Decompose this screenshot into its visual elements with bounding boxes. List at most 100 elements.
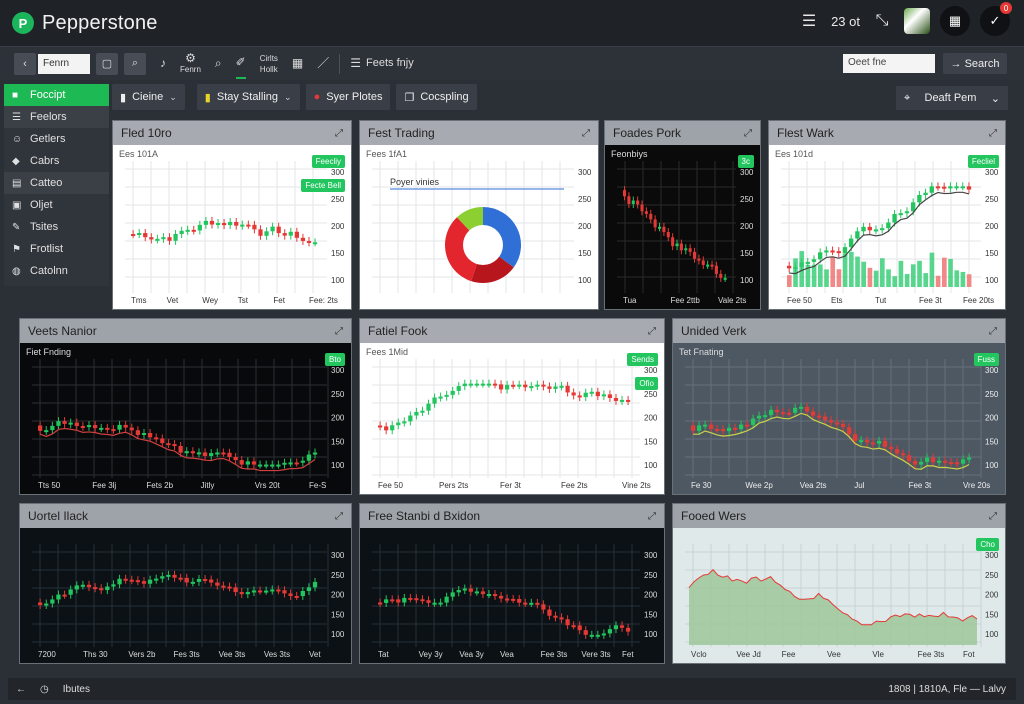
chart-panel[interactable]: Foades Pork ⤢ 300 250 200 150 100 Tua Fee 2ttb Va… (604, 120, 761, 310)
chart-panel[interactable]: Unided Verk ⤢ 300 250 200 150 100 Fe 30 Wee 2p Ve… (672, 318, 1006, 495)
search-button[interactable]: → Search (943, 53, 1007, 74)
chart-body[interactable]: 300 250 200 150 100 Tua Fee 2ttb Vale 2ts Feonbi… (605, 145, 760, 309)
candle-body (288, 462, 293, 465)
panel-header[interactable]: Veets Nanior ⤢ (20, 319, 351, 343)
price-tag[interactable]: 3c (737, 155, 754, 168)
chart-body[interactable]: 300 250 200 150 100 Fees 1fA1 Poyer vinies (360, 145, 598, 309)
chart-body[interactable]: 300 250 200 150 100 Fee 50 Ets Tut Fee 3t Fee 20t… (769, 145, 1005, 309)
expand-icon[interactable]: ⤢ (744, 128, 752, 139)
price-tag[interactable]: Fecte Bell (301, 179, 345, 192)
candle-body (228, 221, 233, 226)
expand-icon[interactable]: ⤢ (989, 326, 997, 337)
expand-icon[interactable]: ⤢ (335, 511, 343, 522)
chart-body[interactable]: 300 250 200 150 100 Fee 50 Pers 2ts Fer 3t Fee 2… (360, 343, 664, 494)
y-tick-label: 200 (985, 591, 999, 600)
panel-header[interactable]: Flest Wark ⤢ (769, 121, 1005, 145)
panel-header[interactable]: Free Stanbi d Bxidon ⤢ (360, 504, 664, 528)
expand-icon[interactable]: ⤢ (335, 326, 343, 337)
draft-dropdown[interactable]: ⌖ Deaft Pem ⌄ (896, 86, 1008, 110)
candle-body (723, 277, 727, 280)
volume-bar (861, 261, 867, 287)
x-tick-label: Fee 2ttb (671, 296, 701, 305)
chart-body[interactable]: 300 250 200 150 100 7200 Ths 30 Vers 2b Fes 3ts V… (20, 528, 351, 663)
chart-panel[interactable]: Fled 10ro ⤢ 300 250 200 150 100 Tms Vet Wey Tst Fet… (112, 120, 352, 310)
back-button[interactable]: ‹ (14, 52, 36, 75)
chart-panel[interactable]: Free Stanbi d Bxidon ⤢ 300 250 200 150 100 Tat V… (359, 503, 665, 664)
expand-icon[interactable]: ⤢ (648, 326, 656, 337)
sidebar-item[interactable]: ⚑ Frotlist (4, 238, 109, 260)
sidebar-item[interactable]: ✎ Tsites (4, 216, 109, 238)
x-tick-label: Vea 3y (459, 650, 483, 659)
status-left: Ibutes (62, 683, 90, 695)
sidebar-item[interactable]: ■ Foccipt (4, 84, 109, 106)
chart-body[interactable]: 300 250 200 150 100 Tts 50 Fee 3lj Fets 2b Jitly… (20, 343, 351, 494)
price-tag[interactable]: Fuss (973, 353, 999, 366)
check-button[interactable]: ✓ 0 (980, 2, 1012, 36)
filter-button[interactable]: ▮ Stay Stalling ⌄ (196, 84, 300, 110)
chart-panel[interactable]: Uortel Ilack ⤢ 300 250 200 150 100 7200 Ths 30 Ve… (19, 503, 352, 664)
music-tool[interactable]: ♪ (160, 57, 166, 69)
sidebar-item[interactable]: ☰ Feelors (4, 106, 109, 128)
price-tag[interactable]: Cho (976, 538, 999, 551)
panel-header[interactable]: Unided Verk ⤢ (673, 319, 1005, 343)
layout-tool[interactable]: ▦ (292, 57, 303, 69)
sidebar-item[interactable]: ▤ Catteo (4, 172, 109, 194)
draw-tool[interactable]: ✐ (235, 49, 246, 79)
candle-body (129, 579, 134, 582)
expand-icon[interactable]: ⤢ (989, 128, 997, 139)
expand-icon[interactable]: ⤢ (582, 128, 590, 139)
filter-button[interactable]: ❐ Cocspling (396, 84, 477, 110)
chart-panel[interactable]: Flest Wark ⤢ 300 250 200 150 100 Fee 50 Ets Tut Fe… (768, 120, 1006, 310)
filter-button[interactable]: ● Syer Plotes (305, 84, 391, 110)
panel-header[interactable]: Fooed Wers ⤢ (673, 504, 1005, 528)
share-icon[interactable]: ⤡ (870, 12, 894, 30)
search-tool-button[interactable]: ⌕ (124, 52, 146, 75)
brand[interactable]: P Pepperstone (12, 12, 158, 35)
panel-header[interactable]: Uortel Ilack ⤢ (20, 504, 351, 528)
chart-body[interactable]: 300 250 200 150 100 Tms Vet Wey Tst Fet Fee: 2ts Ee… (113, 145, 351, 309)
price-tag[interactable]: Sends (627, 353, 658, 366)
x-tick-label: Fee 3ts (541, 650, 568, 659)
chart-panel[interactable]: Veets Nanior ⤢ 300 250 200 150 100 Tts 50 Fee 3l… (19, 318, 352, 495)
price-tag[interactable]: Feecliy (311, 155, 345, 168)
panel-header[interactable]: Fatiel Fook ⤢ (360, 319, 664, 343)
symbol-input[interactable]: Fenrn (38, 53, 90, 74)
chart-body[interactable]: 300 250 200 150 100 Vclo Vee Jd Fee Vee Vle Fee 3t… (673, 528, 1005, 663)
sidebar-item[interactable]: ☺ Getlers (4, 128, 109, 150)
tab-feets[interactable]: ☰ Feets fnjy (350, 57, 413, 69)
tools-button[interactable]: ⚙ Fenrn (180, 52, 201, 75)
price-tag[interactable]: Fecliel (967, 155, 999, 168)
sidebar-item[interactable]: ◍ Catolnn (4, 260, 109, 282)
chart-panel[interactable]: Fooed Wers ⤢ 300 250 200 150 100 Vclo Vee Jd Fee V… (672, 503, 1006, 664)
chart-panel[interactable]: Fest Trading ⤢ 300 250 200 150 100 Fees 1fA1 Poy… (359, 120, 599, 310)
price-tag[interactable]: Ofio (635, 377, 658, 390)
indicators-button[interactable]: Cirlts Hollk (260, 53, 278, 75)
panel-header[interactable]: Fest Trading ⤢ (360, 121, 598, 145)
panel-header[interactable]: Foades Pork ⤢ (605, 121, 760, 145)
back-arrow-icon[interactable]: ← (16, 684, 26, 695)
sidebar-item[interactable]: ◆ Cabrs (4, 150, 109, 172)
expand-icon[interactable]: ⤢ (989, 511, 997, 522)
expand-icon[interactable]: ⤢ (648, 511, 656, 522)
grid-button[interactable]: ▦ (940, 6, 970, 36)
zoom-tool[interactable]: ⌕ (215, 57, 222, 69)
candle-body (68, 422, 73, 425)
chart-panel[interactable]: Fatiel Fook ⤢ 300 250 200 150 100 Fee 50 Pers 2t… (359, 318, 665, 495)
info-button[interactable]: ▢ (96, 52, 118, 75)
expand-icon[interactable]: ⤢ (335, 128, 343, 139)
menu-icon[interactable]: ☰ (797, 11, 821, 31)
sidebar: ■ Foccipt ☰ Feelors ☺ Getlers ◆ Cabrs ▤ Catteo ▣ Ol… (4, 84, 109, 286)
chart-body[interactable]: 300 250 200 150 100 Fe 30 Wee 2p Vea 2ts Jul Fee … (673, 343, 1005, 494)
chart-body[interactable]: 300 250 200 150 100 Tat Vey 3y Vea 3y Vea Fee 3ts… (360, 528, 664, 663)
candle-body (384, 426, 389, 431)
candle-body (688, 248, 692, 252)
price-tag[interactable]: Bto (324, 353, 345, 366)
filter-button[interactable]: ▮ Cieine ⌄ (112, 84, 185, 110)
candle-body (288, 231, 293, 236)
panel-header[interactable]: Fled 10ro ⤢ (113, 121, 351, 145)
sidebar-item[interactable]: ▣ Oljet (4, 194, 109, 216)
avatar[interactable] (904, 8, 930, 34)
search-input[interactable]: Oeet fne (843, 54, 935, 73)
panel-title: Flest Wark (777, 126, 834, 140)
pencil-tool[interactable]: ／ (317, 57, 329, 69)
